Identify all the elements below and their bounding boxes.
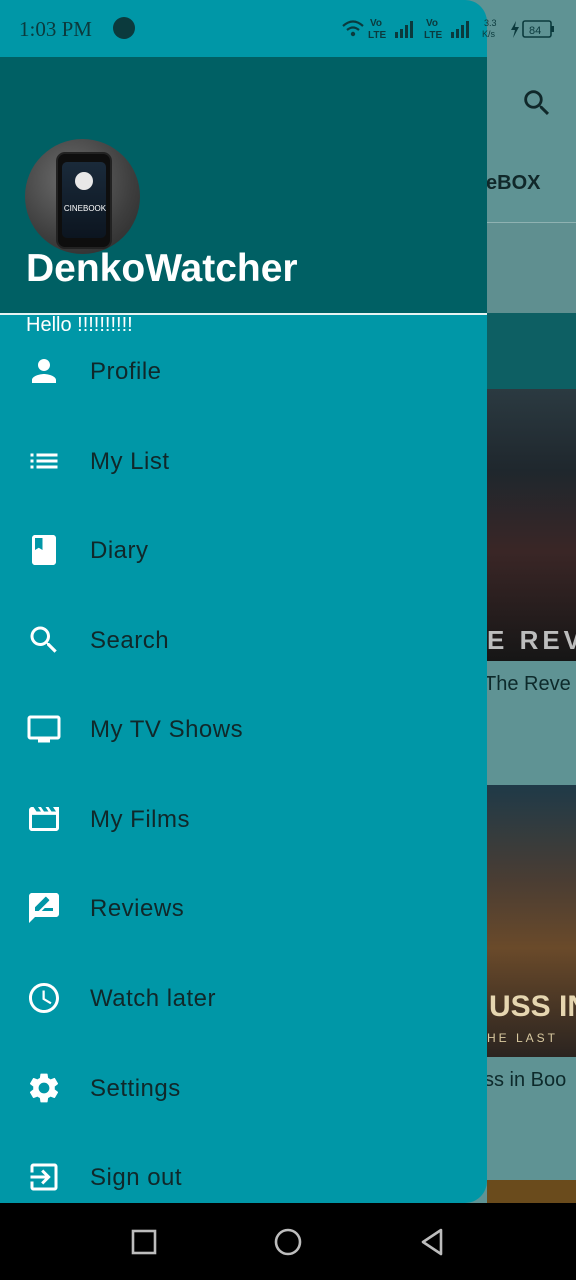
menu-item-profile[interactable]: Profile [0, 327, 487, 417]
menu-item-label: My List [90, 448, 170, 475]
menu-item-label: Diary [90, 537, 149, 564]
menu-item-label: Reviews [90, 895, 185, 922]
menu-item-label: Sign out [90, 1164, 183, 1191]
tv-icon [27, 715, 61, 743]
person-icon [32, 359, 56, 383]
volte-label: LTE [368, 30, 386, 41]
movie-poster[interactable] [487, 1180, 576, 1203]
background-tab[interactable]: eBOX [486, 172, 540, 195]
net-speed-unit: K/s [482, 29, 496, 39]
search-icon [30, 626, 57, 653]
volte-label: Vo [370, 18, 382, 29]
wifi-icon [342, 20, 364, 31]
status-bar: 1:03 PM Vo LTE Vo LTE 3.3 K/s 84 [0, 0, 576, 57]
movie-poster[interactable]: USS IN B HE LAST [487, 785, 576, 1057]
signal-icon [451, 21, 469, 38]
username: DenkoWatcher [26, 247, 298, 290]
movie-icon [29, 807, 59, 831]
gear-icon [29, 1073, 59, 1103]
volte-label: LTE [424, 30, 442, 41]
menu-item-settings[interactable]: Settings [0, 1044, 487, 1134]
rate-review-icon [29, 893, 59, 923]
background-subbar [486, 223, 576, 313]
back-button[interactable] [415, 1225, 449, 1259]
navigation-drawer: CINEBOOK DenkoWatcher Hello !!!!!!!!!! P… [0, 0, 487, 1203]
movie-title[interactable]: ss in Boo [484, 1069, 566, 1092]
menu-item-sign-out[interactable]: Sign out [0, 1133, 487, 1203]
menu-item-label: Profile [90, 358, 162, 385]
status-indicators: Vo LTE Vo LTE 3.3 K/s 84 [342, 18, 554, 41]
movie-poster[interactable]: E REVE [487, 389, 576, 661]
status-time: 1:03 PM [19, 17, 92, 41]
menu-item-reviews[interactable]: Reviews [0, 864, 487, 954]
wifi-dot [350, 31, 356, 37]
system-navigation-bar [0, 1203, 576, 1280]
film-reel-icon [75, 172, 93, 190]
poster-title-text: USS IN B [489, 990, 576, 1023]
menu-item-label: Settings [90, 1075, 181, 1102]
menu-item-search[interactable]: Search [0, 596, 487, 686]
drawer-header: CINEBOOK DenkoWatcher Hello !!!!!!!!!! [0, 57, 487, 336]
net-speed-value: 3.3 [484, 18, 497, 28]
menu-item-label: Watch later [90, 985, 216, 1012]
signal-icon [395, 21, 413, 38]
movie-title[interactable]: The Reve [484, 673, 571, 696]
search-icon[interactable] [520, 86, 554, 120]
header-divider [0, 313, 487, 315]
recents-button[interactable] [127, 1225, 161, 1259]
menu-item-label: Search [90, 627, 170, 654]
list-icon [30, 453, 58, 469]
poster-title-text: E REVE [487, 625, 576, 655]
menu-item-my-films[interactable]: My Films [0, 775, 487, 865]
home-button[interactable] [271, 1225, 305, 1259]
menu-item-label: My TV Shows [90, 716, 244, 743]
menu-item-watch-later[interactable]: Watch later [0, 954, 487, 1044]
app-notification-icon [113, 17, 135, 39]
volte-label: Vo [426, 18, 438, 29]
sign-out-icon [30, 1163, 58, 1191]
menu-item-my-tv-shows[interactable]: My TV Shows [0, 685, 487, 775]
clock-icon [29, 983, 59, 1013]
book-icon [32, 535, 56, 565]
avatar[interactable]: CINEBOOK [25, 139, 140, 254]
battery-level: 84 [529, 25, 541, 37]
menu-item-diary[interactable]: Diary [0, 506, 487, 596]
poster-subtitle-text: HE LAST [487, 1031, 559, 1045]
menu-item-my-list[interactable]: My List [0, 417, 487, 507]
menu-item-label: My Films [90, 806, 190, 833]
background-band [486, 313, 576, 389]
logo-text: CINEBOOK [63, 204, 107, 213]
phone-logo-graphic: CINEBOOK [56, 152, 112, 249]
charging-icon [511, 21, 519, 38]
